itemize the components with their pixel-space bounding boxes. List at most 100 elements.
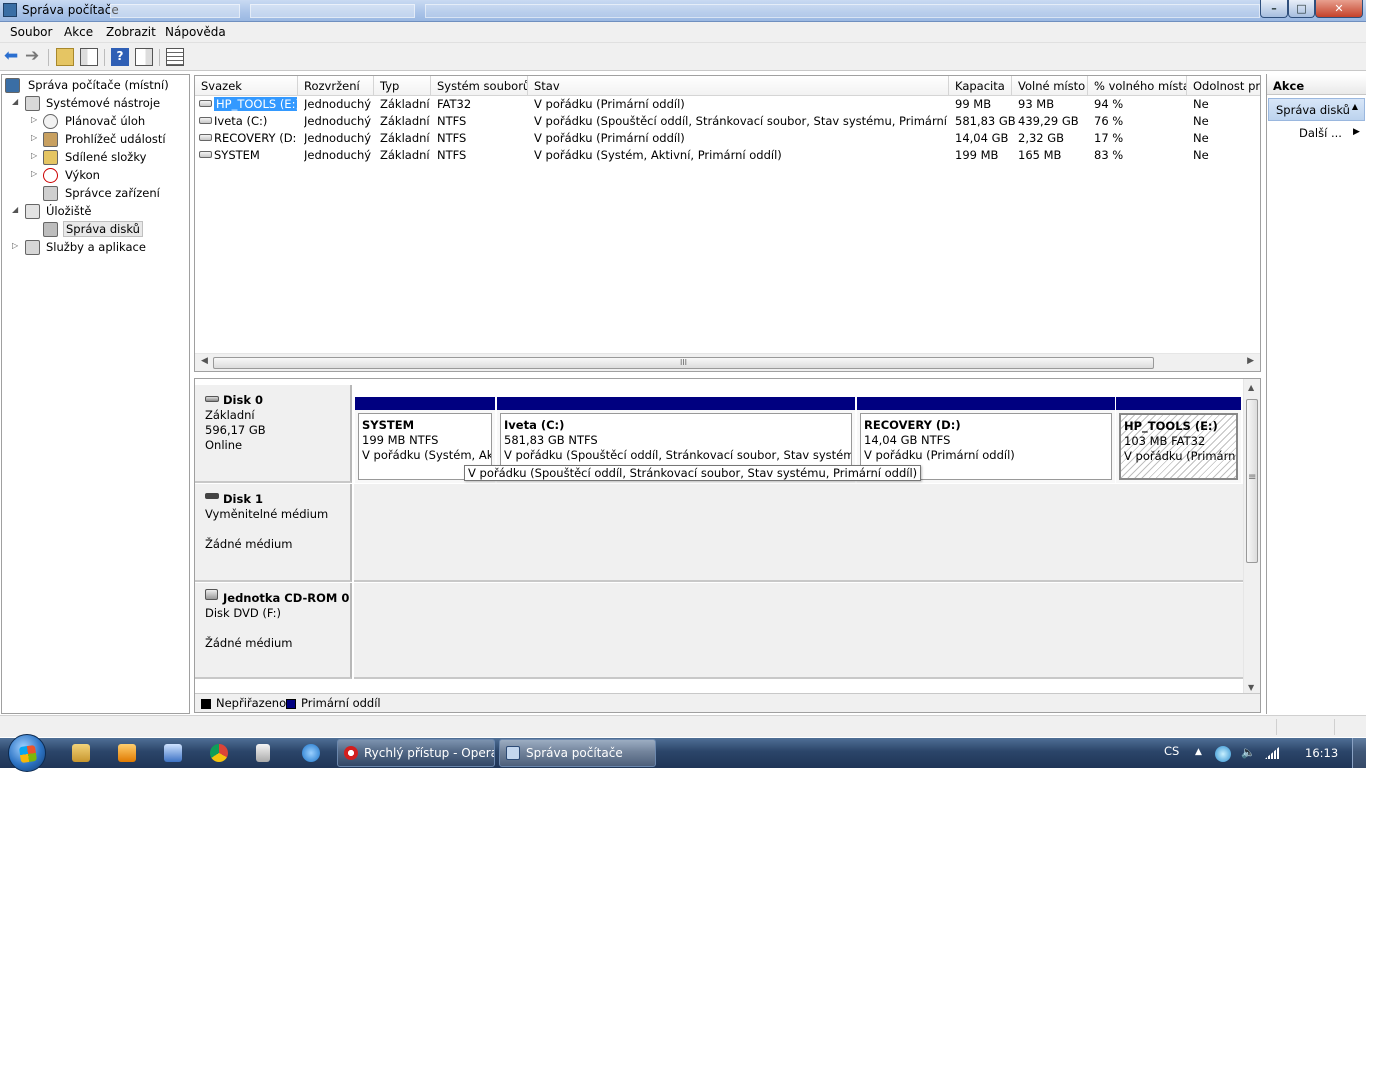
partition-status: V pořádku (Primární oddíl) — [1124, 449, 1238, 463]
scrollbar-thumb[interactable]: ≡ — [1246, 399, 1258, 563]
column-header-type[interactable]: Typ — [374, 76, 431, 96]
start-button[interactable] — [8, 734, 46, 772]
tree-item-disk-management[interactable]: Správa disků — [31, 221, 181, 238]
tree-item-shared-folders[interactable]: ▷ Sdílené složky — [31, 149, 181, 166]
back-arrow-icon[interactable]: ⬅ — [4, 48, 22, 66]
actions-section-disk-management[interactable]: Správa disků ▲ — [1268, 98, 1365, 121]
partition-status: V pořádku (Spouštěcí oddíl, Stránkovací … — [504, 448, 851, 462]
table-row[interactable]: RECOVERY (D:) Jednoduchý Základní NTFS V… — [195, 130, 1260, 147]
volume-icon[interactable]: 🔈 — [1241, 745, 1255, 759]
menu-akce[interactable]: Akce — [64, 25, 93, 39]
volume-percent-free: 17 % — [1094, 131, 1124, 145]
table-row[interactable]: HP_TOOLS (E:) Jednoduchý Základní FAT32 … — [195, 96, 1260, 113]
partition-bar — [1116, 397, 1241, 410]
expanded-arrow-icon[interactable]: ◢ — [12, 97, 22, 106]
scroll-down-arrow-icon[interactable]: ▼ — [1248, 683, 1254, 692]
menu-napoveda[interactable]: Nápověda — [165, 25, 226, 39]
tree-item-storage[interactable]: ◢ Úložiště — [12, 203, 182, 220]
tree-item-label: Sdílené složky — [65, 150, 147, 164]
calculator-icon[interactable] — [256, 744, 270, 762]
collapsed-arrow-icon[interactable]: ▷ — [31, 133, 41, 142]
partition-hp-tools[interactable]: HP_TOOLS (E:) 103 MB FAT32 V pořádku (Pr… — [1116, 397, 1241, 483]
disk-info-cdrom0[interactable]: Jednotka CD-ROM 0 Disk DVD (F:) Žádné mé… — [195, 583, 352, 679]
disk-kind: Disk DVD (F:) — [205, 606, 281, 620]
submenu-arrow-icon[interactable]: ▶ — [1353, 127, 1360, 137]
volume-filesystem: NTFS — [437, 114, 467, 128]
volume-status: V pořádku (Systém, Aktivní, Primární odd… — [534, 148, 782, 162]
column-header-percent-free[interactable]: % volného místa — [1088, 76, 1187, 96]
column-header-filesystem[interactable]: Systém souborů — [431, 76, 528, 96]
tree-item-event-viewer[interactable]: ▷ Prohlížeč událostí — [31, 131, 181, 148]
performance-icon — [43, 168, 58, 183]
clock[interactable]: 16:13 — [1305, 746, 1338, 760]
show-hide-action-pane-icon[interactable] — [135, 48, 153, 66]
table-row[interactable]: Iveta (C:) Jednoduchý Základní NTFS V po… — [195, 113, 1260, 130]
forward-arrow-icon[interactable]: ➔ — [25, 48, 43, 66]
network-status-icon[interactable] — [1215, 746, 1231, 762]
toolbar-separator — [104, 49, 105, 66]
show-hide-tree-icon[interactable] — [80, 48, 98, 66]
language-indicator[interactable]: CS — [1164, 744, 1179, 758]
more-actions-item[interactable]: Další ... — [1299, 126, 1342, 140]
column-header-status[interactable]: Stav — [528, 76, 949, 96]
scroll-left-arrow-icon[interactable]: ◀ — [201, 356, 208, 366]
drive-icon — [199, 100, 212, 107]
tree-item-root[interactable]: Správa počítače (místní) — [5, 77, 185, 94]
maximize-button[interactable]: □ — [1288, 0, 1315, 18]
collapsed-arrow-icon[interactable]: ▷ — [31, 169, 41, 178]
collapsed-arrow-icon[interactable]: ▷ — [12, 241, 22, 250]
signal-strength-icon[interactable] — [1265, 747, 1279, 759]
taskbar: Rychlý přístup - Opera Správa počítače C… — [0, 734, 1366, 772]
volume-type: Základní — [380, 114, 430, 128]
table-row[interactable]: SYSTEM Jednoduchý Základní NTFS V pořádk… — [195, 147, 1260, 164]
toolbar-separator — [48, 49, 49, 66]
collapsed-arrow-icon[interactable]: ▷ — [31, 151, 41, 160]
actions-section-label: Správa disků — [1276, 103, 1350, 117]
tree-item-services[interactable]: ▷ Služby a aplikace — [12, 239, 182, 256]
disk-info-disk0[interactable]: Disk 0 Základní 596,17 GB Online — [195, 385, 352, 483]
actions-pane: Akce Správa disků ▲ Další ... ▶ — [1266, 74, 1366, 714]
column-header-fault-tolerance[interactable]: Odolnost proti chybám — [1187, 76, 1260, 96]
vertical-scrollbar[interactable]: ▲ ≡ ▼ — [1243, 379, 1260, 694]
tree-item-device-manager[interactable]: Správce zařízení — [31, 185, 181, 202]
minimize-button[interactable]: – — [1260, 0, 1288, 18]
task-label: Správa počítače — [526, 746, 623, 760]
scroll-up-arrow-icon[interactable]: ▲ — [1248, 383, 1254, 392]
title-bar[interactable]: Správa počítače – □ ✕ — [0, 0, 1366, 22]
task-opera[interactable]: Rychlý přístup - Opera — [337, 739, 495, 767]
show-hidden-icons-icon[interactable]: ▲ — [1195, 747, 1202, 757]
tree-item-performance[interactable]: ▷ Výkon — [31, 167, 181, 184]
collapsed-arrow-icon[interactable]: ▷ — [31, 115, 41, 124]
scrollbar-grip: ≡ — [1248, 472, 1257, 483]
partition-status: V pořádku (Systém, Aktivní, Primární odd… — [362, 448, 492, 462]
properties-icon[interactable] — [166, 48, 184, 66]
column-header-volume[interactable]: Svazek — [195, 76, 298, 96]
column-header-layout[interactable]: Rozvržení — [298, 76, 374, 96]
scroll-right-arrow-icon[interactable]: ▶ — [1247, 356, 1254, 366]
column-header-capacity[interactable]: Kapacita — [949, 76, 1012, 96]
internet-explorer-icon[interactable] — [302, 744, 320, 762]
tree-item-task-scheduler[interactable]: ▷ Plánovač úloh — [31, 113, 181, 130]
expanded-arrow-icon[interactable]: ◢ — [12, 205, 22, 214]
media-player-icon[interactable] — [118, 744, 136, 762]
volume-type: Základní — [380, 148, 430, 162]
up-folder-icon[interactable] — [56, 48, 74, 66]
disk-info-disk1[interactable]: Disk 1 Vyměnitelné médium Žádné médium — [195, 484, 352, 582]
task-computer-management[interactable]: Správa počítače — [499, 739, 656, 767]
disk-row-disk1: Disk 1 Vyměnitelné médium Žádné médium — [195, 484, 1245, 582]
help-icon[interactable]: ? — [111, 48, 129, 66]
menu-soubor[interactable]: Soubor — [10, 25, 52, 39]
explorer-icon[interactable] — [72, 744, 90, 762]
tree-item-label: Plánovač úloh — [65, 114, 146, 128]
show-desktop-button[interactable] — [1352, 738, 1366, 768]
outlook-icon[interactable] — [164, 744, 182, 762]
volume-status: V pořádku (Primární oddíl) — [534, 97, 685, 111]
scrollbar-thumb[interactable]: III — [213, 357, 1154, 369]
column-header-free-space[interactable]: Volné místo — [1012, 76, 1088, 96]
menu-zobrazit[interactable]: Zobrazit — [106, 25, 156, 39]
horizontal-scrollbar[interactable]: ◀ III ▶ — [195, 353, 1260, 371]
chrome-icon[interactable] — [210, 744, 228, 762]
tree-item-system-tools[interactable]: ◢ Systémové nástroje — [12, 95, 182, 112]
collapse-up-icon[interactable]: ▲ — [1352, 102, 1358, 111]
close-button[interactable]: ✕ — [1315, 0, 1363, 18]
